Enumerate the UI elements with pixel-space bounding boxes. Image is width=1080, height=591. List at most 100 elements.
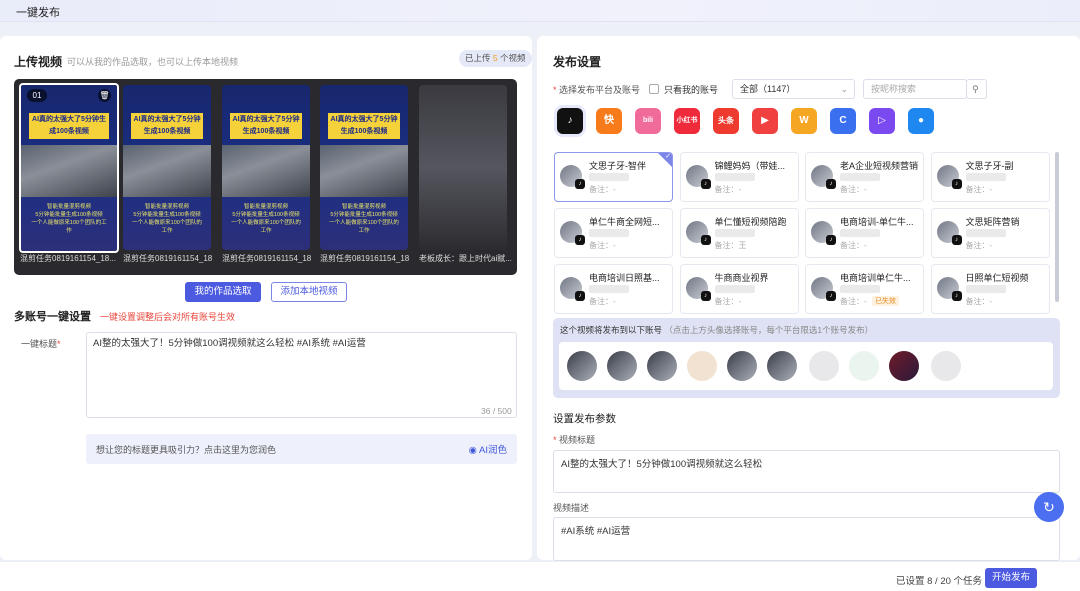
- status-badge: 已失效: [872, 296, 899, 306]
- xiaohongshu-icon[interactable]: 小红书: [674, 108, 700, 134]
- account-id-masked: [589, 285, 629, 293]
- only-mine-checkbox[interactable]: [649, 84, 659, 94]
- title-textarea[interactable]: AI整的太强大了！5分钟做100调视频就这么轻松 #AI系统 #AI运营: [86, 332, 517, 418]
- trash-icon[interactable]: 🗑: [98, 89, 111, 102]
- badge-count: 5: [492, 53, 498, 63]
- title-label-text: 一键标题: [21, 339, 58, 349]
- avatar[interactable]: [567, 351, 597, 381]
- multi-account-warning: 一键设置调整后会对所有账号生效: [100, 312, 236, 322]
- chevron-down-icon: ⌄: [840, 84, 848, 94]
- account-id-masked: [714, 229, 755, 237]
- platform-label-text: 选择发布平台及账号: [559, 85, 641, 95]
- account-card[interactable]: ♪ 牛商商业视界 备注：-: [679, 264, 799, 314]
- bilibili-icon[interactable]: bili: [635, 108, 661, 134]
- task-status: 已设置 8 / 20 个任务: [896, 576, 983, 587]
- upload-panel: 上传视频 可以从我的作品选取，也可以上传本地视频 已上传 5 个视频 01 🗑 …: [0, 36, 532, 560]
- nickname-search-input[interactable]: 按昵称搜索: [863, 79, 967, 99]
- ai-polish-bar: 想让您的标题更具吸引力？点击这里为您润色 ◉ AI润色: [86, 434, 517, 464]
- account-name: 文思子牙-副: [965, 161, 1014, 171]
- tencent-video-icon[interactable]: ●: [908, 108, 934, 134]
- video-desc-input[interactable]: #AI系统 #AI运营: [553, 517, 1060, 561]
- account-name: 电商培训-单仁牛...: [840, 217, 914, 227]
- selected-head: 这个视频将发布到以下账号: [560, 325, 663, 335]
- selected-hint: （点击上方头像选择账号，每个平台限选1个账号发布）: [664, 325, 874, 335]
- avatar[interactable]: [647, 351, 677, 381]
- support-icon[interactable]: ↻: [1034, 492, 1064, 522]
- account-filter-select[interactable]: 全部（1147） ⌄: [732, 79, 855, 99]
- account-card[interactable]: ♪ 文思子牙-智伴 备注：- ✓: [554, 152, 673, 202]
- thumb-photo: [320, 145, 408, 197]
- video-title-label: * 视频标题: [553, 435, 596, 445]
- account-card[interactable]: ♪ 锦鲤妈妈（带娃... 备注：-: [679, 152, 799, 202]
- baijiahao-icon[interactable]: ▷: [869, 108, 895, 134]
- selected-accounts-list: [559, 342, 1053, 390]
- account-card[interactable]: ♪ 老A企业短视频营销 备注：-: [805, 152, 924, 202]
- accounts-scrollbar[interactable]: [1055, 152, 1059, 302]
- thumb-caption: AI真的太强大了5分钟生成100条视频: [131, 113, 203, 139]
- thumb-photo: [21, 145, 117, 197]
- kuaishou-icon[interactable]: 快: [596, 108, 622, 134]
- haokan-icon[interactable]: C: [830, 108, 856, 134]
- search-icon[interactable]: ⚲: [966, 79, 987, 99]
- toutiao-icon[interactable]: 头条: [713, 108, 739, 134]
- avatar[interactable]: [607, 351, 637, 381]
- start-publish-button[interactable]: 开始发布: [985, 568, 1037, 588]
- account-name: 电商培训日照基...: [589, 273, 660, 283]
- ai-icon: ◉: [468, 445, 477, 456]
- account-card[interactable]: ♪ 电商培训单仁牛... 备注：- 已失效: [805, 264, 924, 314]
- account-id-masked: [589, 173, 629, 181]
- avatar-empty[interactable]: [931, 351, 961, 381]
- avatar[interactable]: [889, 351, 919, 381]
- avatar-empty[interactable]: [809, 351, 839, 381]
- video-thumb[interactable]: AI真的太强大了5分钟生成100条视频 智能批量混剪视频 5分钟能批量生成100条…: [123, 85, 211, 250]
- video-title-input[interactable]: AI整的太强大了！5分钟做100调视频就这么轻松: [553, 450, 1060, 493]
- thumb-subtitle: 智能批量混剪视频 5分钟能批量生成100条视频 一个人能做原来100个团队的工作: [31, 204, 107, 234]
- page-title: 一键发布: [16, 7, 60, 19]
- account-name: 老A企业短视频营销: [840, 161, 919, 171]
- video-thumb[interactable]: AI真的太强大了5分钟生成100条视频 智能批量混剪视频 5分钟能批量生成100条…: [222, 85, 310, 250]
- ai-polish-button[interactable]: ◉ AI润色: [469, 442, 507, 456]
- avatar[interactable]: [727, 351, 757, 381]
- thumb-subtitle: 智能批量混剪视频 5分钟能批量生成100条视频 一个人能做原来100个团队的工作: [132, 204, 202, 234]
- avatar[interactable]: [767, 351, 797, 381]
- video-thumb[interactable]: [419, 85, 507, 250]
- avatar[interactable]: [849, 351, 879, 381]
- douyin-icon[interactable]: ♪: [557, 108, 583, 134]
- thumb-label: 老板成长：跟上时代ai赋...: [419, 254, 512, 263]
- douyin-icon: ♪: [951, 291, 962, 301]
- xigua-icon[interactable]: ▶: [752, 108, 778, 134]
- footer-bar: 已设置 8 / 20 个任务 开始发布: [0, 561, 1080, 591]
- account-card[interactable]: ♪ 单仁牛商全网短... 备注：-: [554, 208, 673, 258]
- account-name: 单仁懂短视频陪跑: [714, 217, 787, 227]
- account-card[interactable]: ♪ 电商培训日照基... 备注：-: [554, 264, 673, 314]
- douyin-icon: ♪: [700, 235, 711, 245]
- thumb-label: 混剪任务0819161154_18...: [222, 254, 312, 263]
- account-id-masked: [840, 229, 880, 237]
- upload-hint: 可以从我的作品选取，也可以上传本地视频: [67, 57, 239, 67]
- thumb-caption: AI真的太强大了5分钟生成100条视频: [230, 113, 302, 139]
- video-strip[interactable]: 01 🗑 AI真的太强大了5分钟生成100条视频 智能批量混剪视频 5分钟能批量生…: [14, 79, 517, 275]
- video-thumb[interactable]: 01 🗑 AI真的太强大了5分钟生成100条视频 智能批量混剪视频 5分钟能批量生…: [19, 83, 119, 253]
- account-card[interactable]: ♪ 文思矩阵营销 备注：-: [930, 208, 1050, 258]
- account-card[interactable]: ♪ 日照单仁短视频 备注：-: [930, 264, 1050, 314]
- badge-prefix: 已上传: [465, 53, 491, 63]
- account-id-masked: [714, 173, 755, 181]
- add-local-video-button[interactable]: 添加本地视频: [271, 282, 347, 302]
- selected-accounts-panel: 这个视频将发布到以下账号 （点击上方头像选择账号，每个平台限选1个账号发布）: [553, 318, 1060, 398]
- badge-suffix: 个视频: [500, 53, 526, 63]
- account-id-masked: [840, 285, 880, 293]
- weishi-icon[interactable]: W: [791, 108, 817, 134]
- video-thumb[interactable]: AI真的太强大了5分钟生成100条视频 智能批量混剪视频 5分钟能批量生成100条…: [320, 85, 408, 250]
- account-card[interactable]: ♪ 电商培训-单仁牛... 备注：-: [805, 208, 924, 258]
- account-name: 锦鲤妈妈（带娃...: [714, 161, 786, 171]
- avatar[interactable]: [687, 351, 717, 381]
- check-icon: ✓: [665, 153, 671, 160]
- platform-label: * 选择发布平台及账号: [553, 85, 641, 95]
- uploaded-count-badge: 已上传 5 个视频: [459, 50, 532, 67]
- video-desc-label: 视频描述: [553, 503, 590, 513]
- account-card[interactable]: ♪ 文思子牙-副 备注：-: [930, 152, 1050, 202]
- account-card[interactable]: ♪ 单仁懂短视频陪跑 备注：王: [679, 208, 799, 258]
- params-title: 设置发布参数: [553, 413, 616, 425]
- thumb-label: 混剪任务0819161154_18...: [320, 254, 410, 263]
- my-works-button[interactable]: 我的作品选取: [185, 282, 261, 302]
